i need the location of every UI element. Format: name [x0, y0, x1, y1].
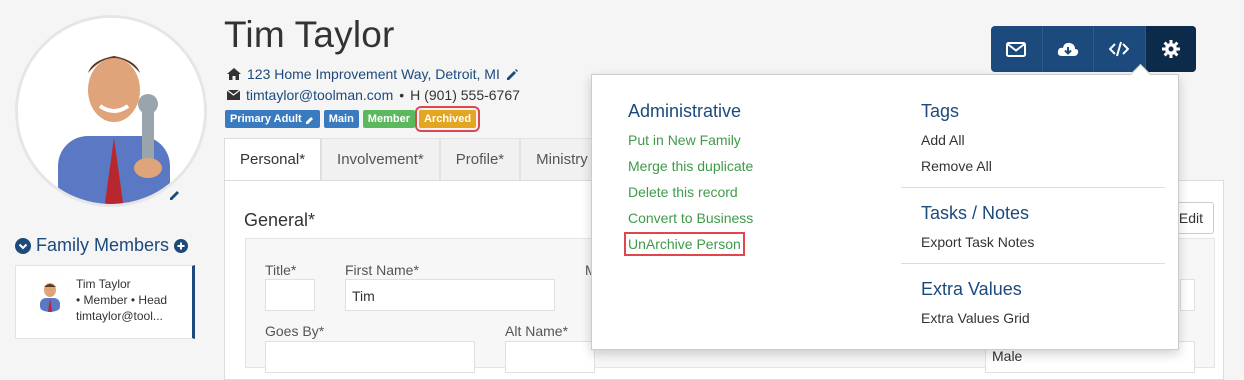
menu-merge-duplicate[interactable]: Merge this duplicate	[628, 158, 753, 174]
administrative-heading: Administrative	[628, 101, 742, 121]
member-roles: • Member • Head	[76, 293, 168, 307]
menu-remove-all-tags[interactable]: Remove All	[921, 158, 992, 174]
gear-icon	[1161, 40, 1180, 58]
badge-main: Main	[323, 110, 359, 128]
action-toolbar	[991, 26, 1196, 72]
phone-separator: •	[399, 87, 405, 103]
family-member-card[interactable]: Tim Taylor • Member • Head timtaylor@too…	[15, 265, 195, 339]
first-name-field[interactable]: Tim	[345, 279, 555, 311]
menu-export-task-notes[interactable]: Export Task Notes	[921, 234, 1034, 250]
download-button[interactable]	[1043, 26, 1094, 72]
code-icon	[1109, 41, 1130, 57]
badge-member: Member	[362, 110, 415, 128]
pencil-icon	[305, 116, 313, 124]
profile-tabs: Personal* Involvement* Profile* Ministry	[224, 138, 604, 181]
menu-divider	[901, 187, 1165, 188]
first-name-label: First Name*	[345, 262, 419, 278]
menu-add-all-tags[interactable]: Add All	[921, 132, 965, 148]
tab-personal[interactable]: Personal*	[224, 138, 322, 180]
menu-delete-record[interactable]: Delete this record	[628, 184, 738, 200]
general-section-title: General*	[244, 210, 316, 230]
alt-name-label: Alt Name*	[505, 323, 569, 339]
title-field[interactable]	[265, 279, 315, 311]
tab-profile[interactable]: Profile*	[439, 138, 521, 180]
right-field-partial[interactable]	[1180, 279, 1195, 311]
edit-photo-icon[interactable]	[168, 188, 182, 202]
envelope-icon	[1006, 41, 1027, 57]
envelope-icon	[227, 90, 240, 100]
member-avatar	[32, 276, 68, 312]
badge-primary-adult[interactable]: Primary Adult	[225, 110, 320, 128]
chevron-down-circle-icon[interactable]	[15, 237, 31, 254]
menu-convert-to-business[interactable]: Convert to Business	[628, 210, 753, 226]
tags-heading: Tags	[921, 101, 960, 121]
phone-number: H (901) 555-6767	[410, 87, 520, 103]
home-icon	[227, 68, 241, 80]
tasks-notes-heading: Tasks / Notes	[921, 203, 1030, 223]
address-row: 123 Home Improvement Way, Detroit, MI	[227, 66, 519, 82]
cloud-download-icon	[1057, 42, 1078, 56]
menu-divider	[901, 263, 1165, 264]
settings-dropdown: Administrative Put in New Family Merge t…	[591, 74, 1179, 350]
edit-address-icon[interactable]	[506, 68, 519, 81]
email-button[interactable]	[991, 26, 1043, 72]
goes-by-label: Goes By*	[265, 323, 325, 339]
extra-values-heading: Extra Values	[921, 279, 1022, 299]
alt-name-field[interactable]	[505, 341, 595, 373]
email-link[interactable]: timtaylor@toolman.com	[246, 87, 393, 103]
badge-archived: Archived	[414, 106, 481, 132]
profile-photo[interactable]	[15, 15, 207, 207]
address-link[interactable]: 123 Home Improvement Way, Detroit, MI	[247, 66, 500, 82]
tab-involvement[interactable]: Involvement*	[321, 138, 440, 180]
title-label: Title*	[265, 262, 297, 278]
member-email: timtaylor@tool...	[76, 309, 163, 323]
badge-row: Primary Adult Main Member Archived	[225, 106, 481, 132]
goes-by-field[interactable]	[265, 341, 475, 373]
menu-unarchive-person[interactable]: UnArchive Person	[624, 232, 745, 256]
contact-row: timtaylor@toolman.com • H (901) 555-6767	[227, 87, 520, 103]
family-members-heading[interactable]: Family Members	[15, 235, 189, 256]
menu-put-in-new-family[interactable]: Put in New Family	[628, 132, 741, 148]
add-family-member-icon[interactable]	[174, 238, 189, 253]
person-name: Tim Taylor	[224, 14, 395, 55]
menu-extra-values-grid[interactable]: Extra Values Grid	[921, 310, 1030, 326]
member-name[interactable]: Tim Taylor	[76, 276, 167, 292]
settings-button[interactable]	[1145, 26, 1196, 72]
